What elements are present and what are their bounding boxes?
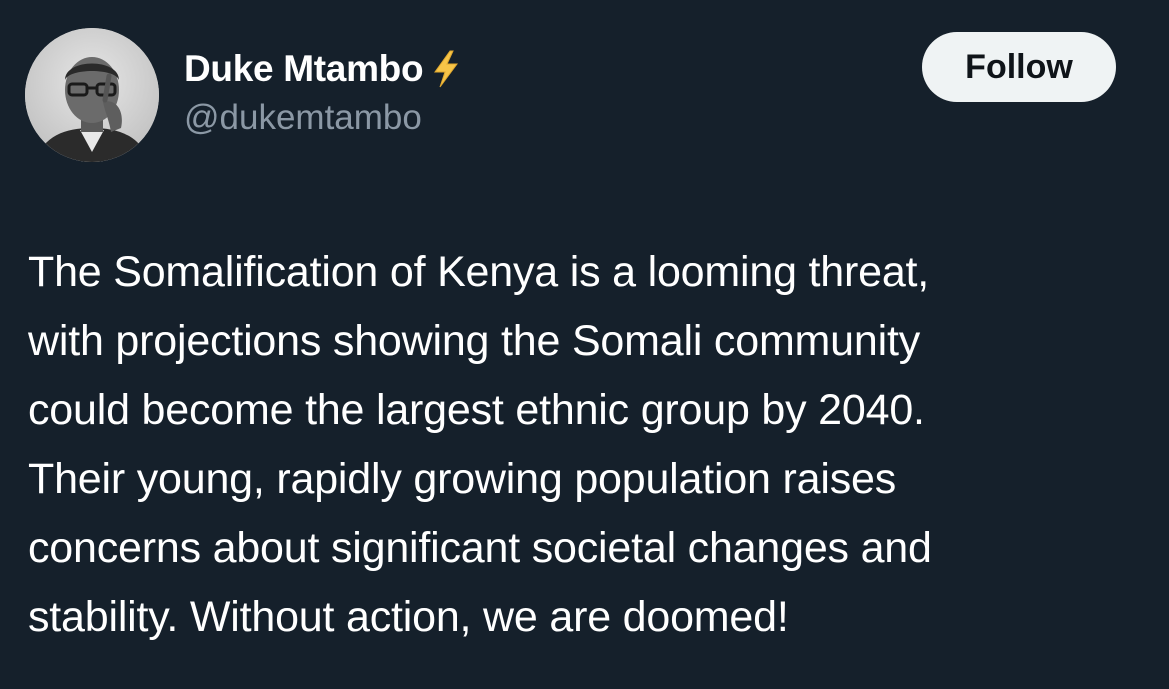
author-handle[interactable]: @dukemtambo	[184, 98, 463, 138]
tweet-card: Duke Mtambo @dukemtambo Follow The Somal…	[0, 0, 1169, 689]
author-avatar[interactable]	[25, 28, 159, 162]
name-row: Duke Mtambo	[184, 44, 463, 94]
tweet-text-line: Their young, rapidly growing population …	[28, 455, 897, 503]
avatar-photo-icon	[25, 28, 159, 162]
tweet-text-line: concerns about significant societal chan…	[28, 524, 932, 572]
tweet-text: The Somalification of Kenya is a looming…	[28, 238, 1153, 652]
tweet-text-line: could become the largest ethnic group by…	[28, 386, 925, 434]
tweet-text-line: with projections showing the Somali comm…	[28, 317, 921, 365]
author-identity: Duke Mtambo @dukemtambo	[184, 44, 463, 138]
tweet-text-line: The Somalification of Kenya is a looming…	[28, 248, 930, 296]
tweet-text-line: stability. Without action, we are doomed…	[28, 593, 789, 641]
author-display-name[interactable]: Duke Mtambo	[184, 48, 424, 90]
lightning-bolt-icon	[429, 49, 463, 89]
follow-button[interactable]: Follow	[922, 32, 1116, 102]
